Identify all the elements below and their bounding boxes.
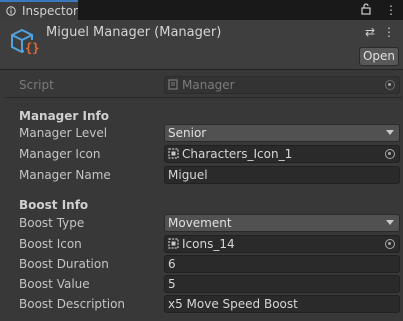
manager-info-heading: Manager Info <box>19 109 109 123</box>
boost-value-label: Boost Value <box>19 277 90 291</box>
script-file-icon <box>168 79 178 90</box>
manager-icon-label: Manager Icon <box>19 147 101 161</box>
boost-description-input[interactable]: x5 Move Speed Boost <box>164 295 400 313</box>
manager-name-label: Manager Name <box>19 168 111 182</box>
boost-type-label: Boost Type <box>19 216 85 230</box>
script-object-icon: {} <box>11 28 39 55</box>
manager-level-dropdown[interactable]: Senior <box>164 124 400 142</box>
boost-icon-label: Boost Icon <box>19 237 82 251</box>
object-picker-icon[interactable] <box>385 149 395 159</box>
boost-type-value: Movement <box>168 216 232 230</box>
tab-bar: Inspector ⋮ <box>0 0 403 20</box>
object-title: Miguel Manager (Manager) <box>46 25 222 40</box>
inspector-header: {} Miguel Manager (Manager) ⇄ ⋮ Open <box>0 20 403 70</box>
manager-icon-field[interactable]: Characters_Icon_1 <box>164 145 400 163</box>
tab-inspector[interactable]: Inspector <box>0 0 78 20</box>
settings-sliders-icon[interactable]: ⇄ <box>365 25 375 39</box>
sprite-icon <box>168 238 179 249</box>
boost-duration-label: Boost Duration <box>19 257 109 271</box>
object-picker-icon[interactable] <box>385 239 395 249</box>
boost-type-dropdown[interactable]: Movement <box>164 214 400 232</box>
manager-icon-value: Characters_Icon_1 <box>182 147 293 161</box>
info-icon <box>6 6 16 16</box>
script-field: Manager <box>164 76 400 94</box>
inspector-content: Script Manager Manager Info Manager Leve… <box>0 71 403 321</box>
chevron-down-icon <box>386 220 394 225</box>
manager-name-input[interactable]: Miguel <box>164 166 400 184</box>
open-button[interactable]: Open <box>359 47 399 66</box>
manager-level-value: Senior <box>168 126 207 140</box>
more-options-icon[interactable]: ⋮ <box>383 25 395 39</box>
boost-value-input[interactable]: 5 <box>164 275 400 293</box>
boost-icon-value: Icons_14 <box>182 237 235 251</box>
boost-icon-field[interactable]: Icons_14 <box>164 235 400 253</box>
script-label: Script <box>19 78 54 92</box>
divider <box>4 97 402 98</box>
svg-text:{}: {} <box>25 41 39 55</box>
sprite-icon <box>168 148 179 159</box>
script-value: Manager <box>182 78 235 92</box>
boost-duration-input[interactable]: 6 <box>164 255 400 273</box>
script-row: Script Manager <box>0 76 403 94</box>
lock-icon[interactable] <box>361 3 371 18</box>
manager-level-label: Manager Level <box>19 126 108 140</box>
more-menu-icon[interactable]: ⋮ <box>385 3 397 18</box>
object-picker-icon <box>385 80 395 90</box>
boost-description-label: Boost Description <box>19 297 126 311</box>
chevron-down-icon <box>386 130 394 135</box>
tab-label: Inspector <box>22 4 78 18</box>
boost-info-heading: Boost Info <box>19 198 89 212</box>
